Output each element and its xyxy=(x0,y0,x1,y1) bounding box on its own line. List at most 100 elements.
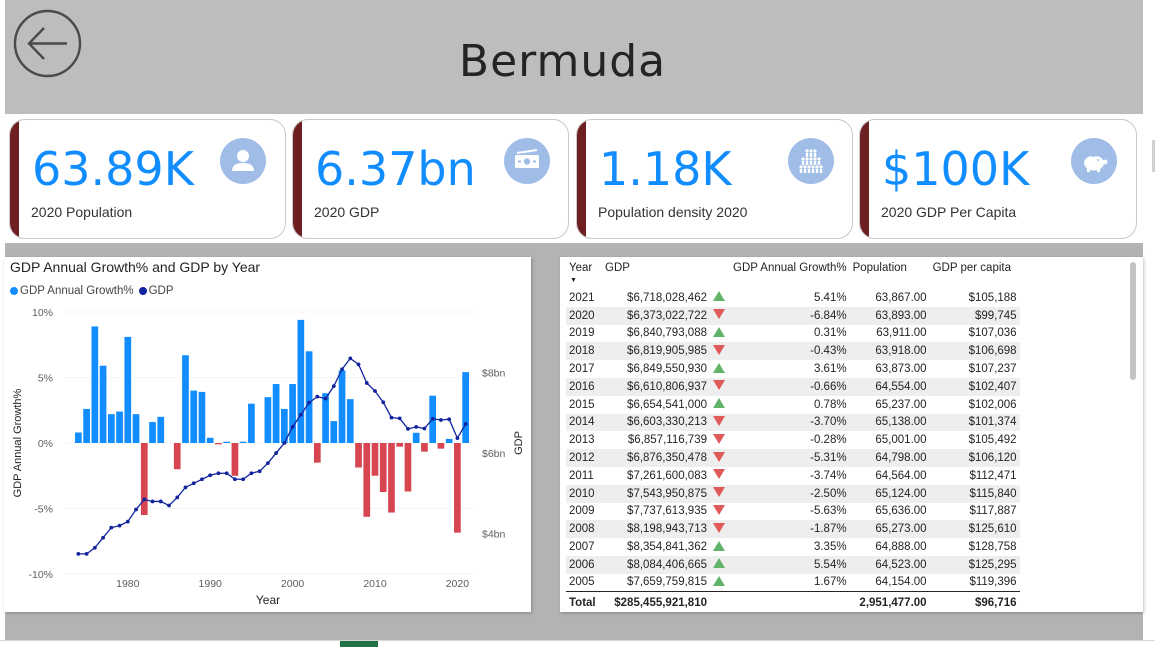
kpi-card-density[interactable]: 1.18K Population density 2020 xyxy=(576,119,853,239)
gdp-point xyxy=(298,412,303,417)
table-row[interactable]: 2020 $6,373,022,722 -6.84% 63,893.00 $99,745 xyxy=(566,306,1020,325)
column-header-gdp-per-capita[interactable]: GDP per capita xyxy=(930,262,1020,289)
page-title: Bermuda xyxy=(458,36,667,87)
table-row[interactable]: 2007 $8,354,841,362 3.35% 64,888.00 $128,758 xyxy=(566,538,1020,556)
growth-cell: -5.63% xyxy=(810,505,847,518)
table-row[interactable]: 2019 $6,840,793,088 0.31% 63,911.00 $107,036 xyxy=(566,325,1020,343)
gdp-per-capita-cell: $128,758 xyxy=(968,541,1017,554)
active-page-tab[interactable] xyxy=(340,641,378,647)
gdp-per-capita-cell: $112,471 xyxy=(969,469,1017,482)
x-tick-label: 2010 xyxy=(363,578,387,590)
growth-cell: -6.84% xyxy=(730,306,850,325)
column-header-gdp[interactable]: GDP xyxy=(602,262,710,289)
table-row[interactable]: 2010 $7,543,950,875 -2.50% 65,124.00 $115,84… xyxy=(566,484,1020,503)
x-tick-label: 1980 xyxy=(116,578,140,590)
growth-bar xyxy=(231,443,239,476)
legend-item-gdp[interactable]: GDP xyxy=(138,285,174,297)
population-cell: 65,237.00 xyxy=(875,398,927,411)
gdp-table-visual[interactable]: Year ▼ GDP GDP Annual Growth% Population … xyxy=(560,257,1143,614)
table-row[interactable]: 2014 $6,603,330,213 -3.70% 65,138.00 $101,37… xyxy=(566,413,1020,432)
gdp-cell: $6,654,541,000 xyxy=(627,398,707,411)
gdp-point xyxy=(331,384,336,389)
table-scrollbar[interactable] xyxy=(1130,262,1136,380)
kpi-value: 63.89K xyxy=(32,142,194,196)
gdp-point xyxy=(183,485,188,490)
chart-legend[interactable]: GDP Annual Growth% GDP xyxy=(10,285,179,297)
growth-bar xyxy=(132,414,140,443)
trend-cell xyxy=(710,503,730,521)
growth-bar xyxy=(264,397,272,443)
table-row[interactable]: 2016 $6,610,806,937 -0.66% 64,554.00 $102,40… xyxy=(566,377,1020,396)
table-row[interactable]: 2011 $7,261,600,083 -3.74% 64,564.00 $112,47… xyxy=(566,467,1020,485)
growth-cell: 1.67% xyxy=(813,576,847,589)
table-row[interactable]: 2018 $6,819,905,985 -0.43% 63,918.00 $106,69… xyxy=(566,342,1020,361)
population-cell: 65,001.00 xyxy=(875,434,927,447)
growth-bar xyxy=(412,432,420,443)
legend-label: GDP Annual Growth% xyxy=(20,285,134,297)
table-row[interactable]: 2021 $6,718,028,462 5.41% 63,867.00 $105,188 xyxy=(566,289,1020,307)
total-label: Total xyxy=(566,591,602,614)
population-cell: 65,273.00 xyxy=(849,520,930,539)
trend-cell xyxy=(710,306,730,325)
column-header-year[interactable]: Year ▼ xyxy=(566,262,602,289)
growth-bar xyxy=(91,326,99,443)
trend-down-icon xyxy=(713,522,725,533)
growth-cell: -3.70% xyxy=(730,413,850,432)
table-row[interactable]: 2013 $6,857,116,739 -0.28% 65,001.00 $105,49… xyxy=(566,431,1020,449)
table-row[interactable]: 2005 $7,659,759,815 1.67% 64,154.00 $119,396 xyxy=(566,574,1020,592)
growth-bar xyxy=(173,443,181,470)
column-header-growth[interactable]: GDP Annual Growth% xyxy=(730,262,850,289)
gdp-growth-chart[interactable]: 10% 5% 0% -5% -10% $8bn $6bn $4bn 1980 1990 2000 20… xyxy=(4,257,531,612)
legend-dot-icon xyxy=(10,287,18,295)
sort-descending-icon[interactable]: ▼ xyxy=(570,277,577,284)
table-row[interactable]: 2012 $6,876,350,478 -5.31% 64,798.00 $106,12… xyxy=(566,449,1020,467)
gdp-per-capita-cell: $107,237 xyxy=(968,363,1017,376)
column-header-population[interactable]: Population xyxy=(850,262,930,289)
gdp-per-capita-cell: $102,006 xyxy=(968,398,1017,411)
table-row[interactable]: 2009 $7,737,613,935 -5.63% 65,636.00 $117,88… xyxy=(566,503,1020,521)
legend-item-growth[interactable]: GDP Annual Growth% xyxy=(10,285,134,297)
table-row[interactable]: 2008 $8,198,943,713 -1.87% 65,273.00 $125,61… xyxy=(566,520,1020,539)
card-accent xyxy=(577,120,586,238)
population-cell: 64,564.00 xyxy=(875,469,927,482)
growth-bar xyxy=(346,399,354,443)
trend-up-icon xyxy=(713,326,725,337)
growth-bar xyxy=(421,443,428,452)
kpi-card-population[interactable]: 63.89K 2020 Population xyxy=(9,119,286,239)
kpi-card-gdp-per-capita[interactable]: $100K 2020 GDP Per Capita xyxy=(859,119,1137,239)
growth-cell: -2.50% xyxy=(730,484,850,503)
trend-cell xyxy=(710,396,730,414)
table-row[interactable]: 2015 $6,654,541,000 0.78% 65,237.00 $102,006 xyxy=(566,396,1020,414)
trend-up-icon xyxy=(713,362,725,373)
trend-cell xyxy=(710,431,730,449)
table-row[interactable]: 2017 $6,849,550,930 3.61% 63,873.00 $107,237 xyxy=(566,360,1020,378)
gdp-point xyxy=(430,416,435,421)
population-cell: 63,918.00 xyxy=(849,342,930,361)
growth-cell: 3.61% xyxy=(813,363,847,376)
gdp-per-capita-cell: $99,745 xyxy=(929,306,1020,325)
kpi-card-gdp[interactable]: 6.37bn 2020 GDP xyxy=(292,119,569,239)
year-cell: 2012 xyxy=(566,449,602,467)
trend-up-icon xyxy=(713,558,725,569)
gdp-point xyxy=(241,477,246,482)
gdp-per-capita-cell: $107,036 xyxy=(968,327,1017,340)
gdp-point xyxy=(414,424,419,429)
growth-bar xyxy=(363,443,371,517)
kpi-value: 6.37bn xyxy=(315,142,476,196)
growth-cell: -0.66% xyxy=(730,377,850,396)
gdp-point xyxy=(373,389,377,393)
kpi-value: 1.18K xyxy=(599,142,732,196)
gdp-point xyxy=(167,503,171,508)
legend-dot-icon xyxy=(138,287,147,295)
trend-down-icon xyxy=(713,380,725,391)
gdp-point xyxy=(463,422,468,426)
growth-bar xyxy=(338,370,346,443)
gdp-per-capita-cell: $105,492 xyxy=(968,434,1017,447)
gdp-point xyxy=(249,471,254,476)
table-row[interactable]: 2006 $8,084,406,665 5.54% 64,523.00 $125,295 xyxy=(566,555,1020,574)
trend-cell xyxy=(710,538,730,556)
gdp-point xyxy=(290,424,295,429)
population-cell: 64,888.00 xyxy=(875,541,927,554)
growth-cell: 5.41% xyxy=(813,291,847,304)
growth-bar xyxy=(322,393,329,443)
